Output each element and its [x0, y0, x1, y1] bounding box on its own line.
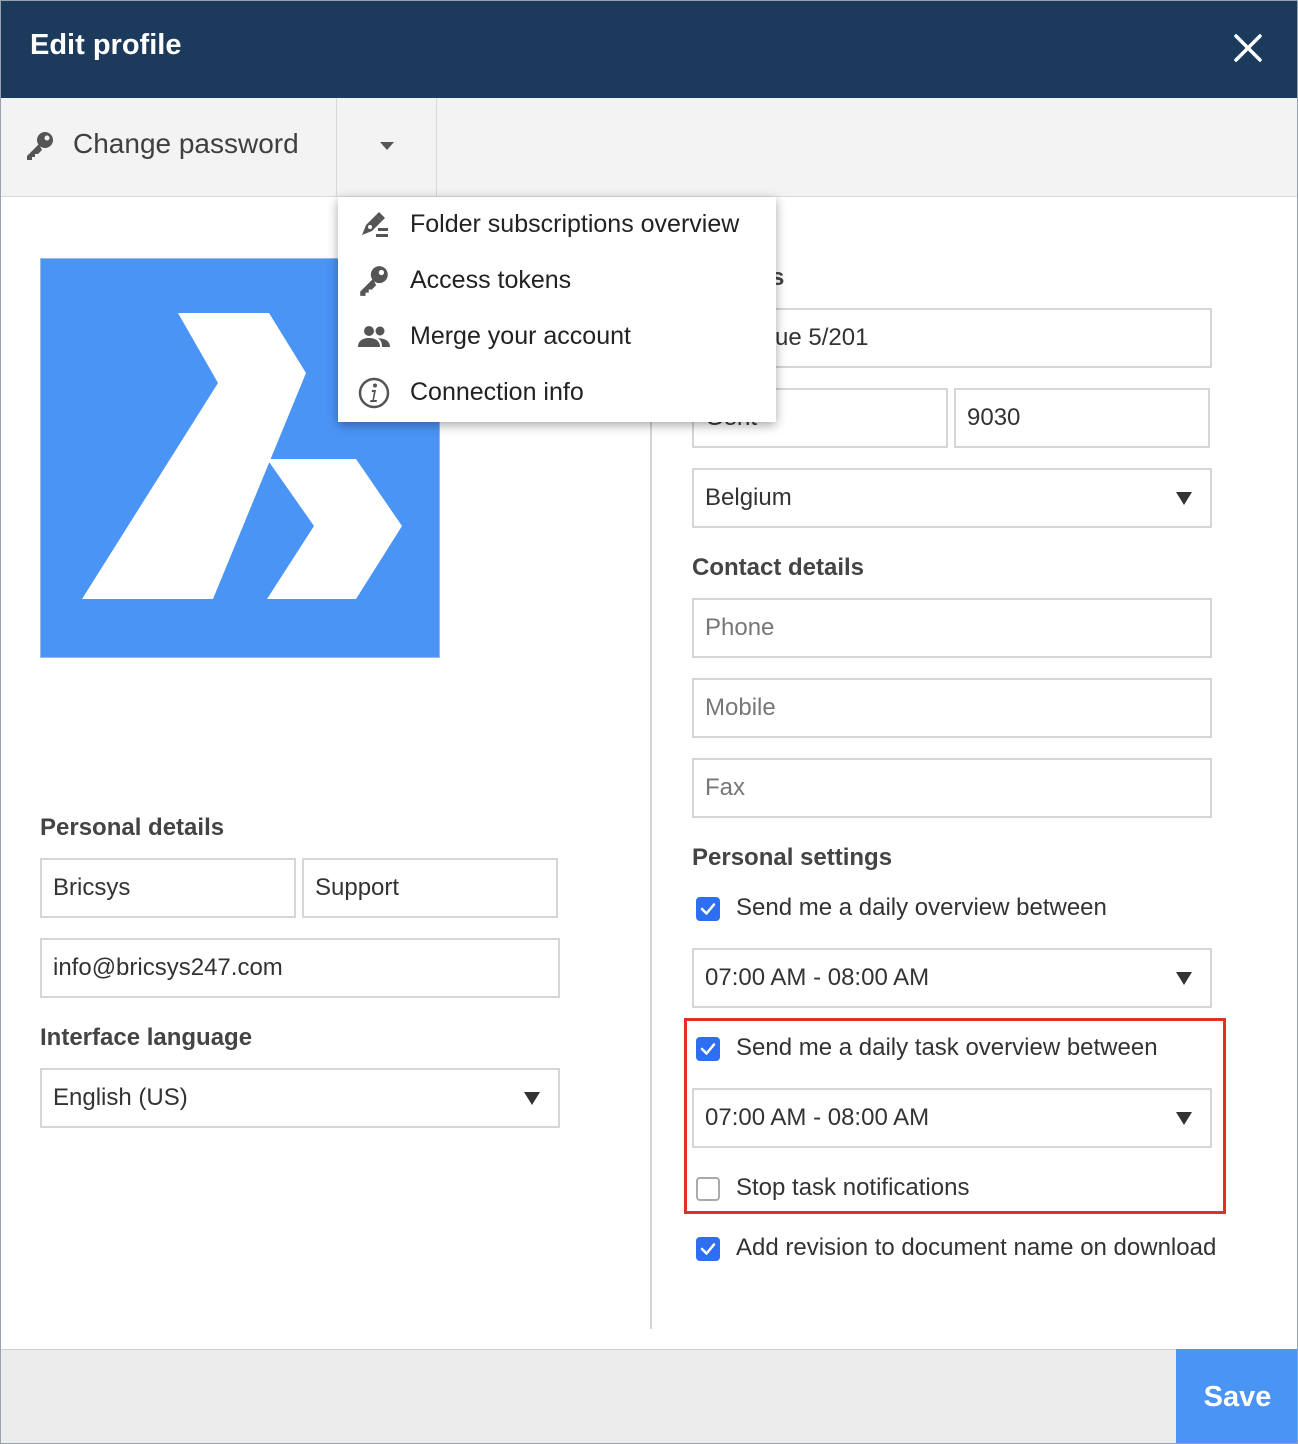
mobile-field[interactable]: Mobile [692, 678, 1212, 738]
add-revision-checkbox[interactable] [696, 1237, 720, 1261]
menu-item-label: Merge your account [410, 322, 631, 350]
toolbar: Change password [1, 98, 1297, 197]
checkmark-icon [700, 903, 716, 915]
close-icon[interactable] [1227, 27, 1269, 69]
interface-language-heading: Interface language [40, 1024, 253, 1051]
email-field[interactable]: info@bricsys247.com [40, 938, 560, 998]
task-overview-label: Send me a daily task overview between [736, 1034, 1158, 1061]
dialog-title: Edit profile [30, 29, 182, 61]
chevron-down-icon [524, 1092, 540, 1105]
task-overview-checkbox[interactable] [696, 1037, 720, 1061]
fax-field[interactable]: Fax [692, 758, 1212, 818]
options-menu: Folder subscriptions overview Access tok… [338, 197, 776, 422]
dialog-header: Edit profile [1, 1, 1297, 98]
edit-profile-dialog: Edit profile Change password Folder subs… [0, 0, 1298, 1444]
daily-overview-checkbox[interactable] [696, 897, 720, 921]
daily-overview-time-select[interactable]: 07:00 AM - 08:00 AM [692, 948, 1212, 1008]
contact-details-heading: Contact details [692, 554, 865, 581]
menu-item-access-tokens[interactable]: Access tokens [338, 253, 776, 309]
phone-field[interactable]: Phone [692, 598, 1212, 658]
change-password-button[interactable]: Change password [1, 98, 337, 196]
key-icon [356, 263, 392, 299]
language-select[interactable]: English (US) [40, 1068, 560, 1128]
stop-notifications-label: Stop task notifications [736, 1174, 970, 1201]
menu-item-merge-account[interactable]: Merge your account [338, 309, 776, 365]
task-overview-time-value: 07:00 AM - 08:00 AM [705, 1104, 930, 1131]
checkmark-icon [700, 1043, 716, 1055]
chevron-down-icon [380, 142, 394, 150]
country-select[interactable]: Belgium [692, 468, 1212, 528]
chevron-down-icon [1176, 1112, 1192, 1125]
people-icon [356, 319, 392, 355]
info-icon [356, 375, 392, 411]
menu-item-connection-info[interactable]: Connection info [338, 365, 776, 421]
save-button[interactable]: Save [1176, 1349, 1297, 1443]
menu-item-folder-subscriptions[interactable]: Folder subscriptions overview [338, 197, 776, 253]
language-select-value: English (US) [53, 1084, 188, 1111]
key-icon [23, 129, 57, 163]
chevron-down-icon [1176, 972, 1192, 985]
change-password-label: Change password [73, 128, 299, 159]
menu-item-label: Access tokens [410, 266, 572, 294]
zip-field[interactable]: 9030 [954, 388, 1210, 448]
more-options-dropdown[interactable] [337, 98, 437, 196]
pen-sign-icon [356, 207, 392, 243]
dialog-footer [1, 1349, 1297, 1443]
stop-notifications-checkbox[interactable] [696, 1177, 720, 1201]
daily-overview-time-value: 07:00 AM - 08:00 AM [705, 964, 930, 991]
first-name-field[interactable]: Bricsys [40, 858, 296, 918]
daily-overview-label: Send me a daily overview between [736, 894, 1107, 921]
menu-item-label: Folder subscriptions overview [410, 210, 740, 238]
country-select-value: Belgium [705, 484, 792, 511]
last-name-field[interactable]: Support [302, 858, 558, 918]
chevron-down-icon [1176, 492, 1192, 505]
add-revision-label: Add revision to document name on downloa… [736, 1234, 1217, 1261]
menu-item-label: Connection info [410, 378, 584, 406]
personal-settings-heading: Personal settings [692, 844, 893, 871]
task-overview-time-select[interactable]: 07:00 AM - 08:00 AM [692, 1088, 1212, 1148]
personal-details-heading: Personal details [40, 814, 225, 841]
checkmark-icon [700, 1243, 716, 1255]
